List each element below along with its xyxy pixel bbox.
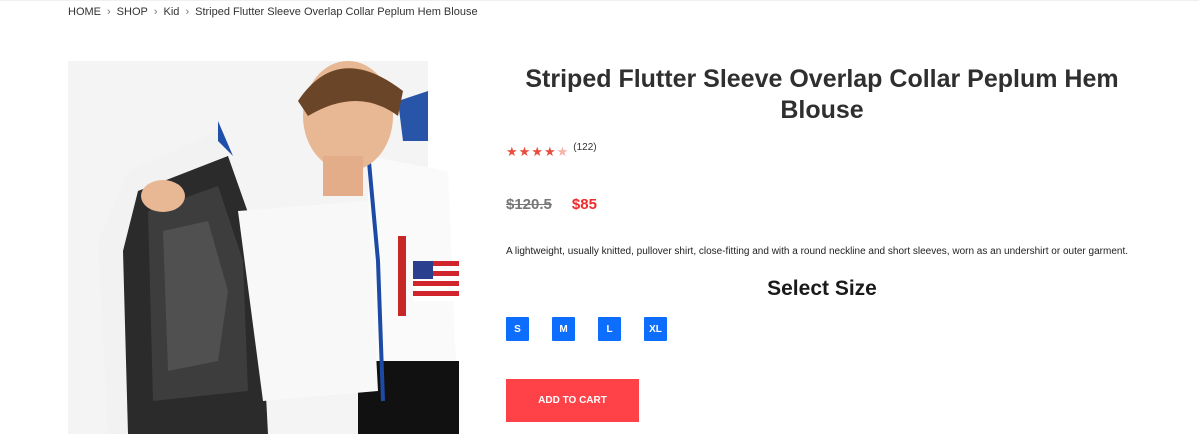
- star-icon: ★: [543, 144, 556, 159]
- product-rating: ★ ★ ★ ★ ★ (122): [506, 142, 597, 160]
- size-options: S M L XL: [506, 317, 690, 341]
- old-price: $120.5: [506, 196, 552, 213]
- size-option-xl[interactable]: XL: [644, 317, 667, 341]
- breadcrumb-home[interactable]: HOME: [68, 6, 101, 18]
- rating-stars: ★ ★ ★ ★ ★: [506, 144, 569, 160]
- product-description: A lightweight, usually knitted, pullover…: [506, 246, 1128, 257]
- breadcrumb: HOME › SHOP › Kid › Striped Flutter Slee…: [68, 6, 478, 18]
- chevron-right-icon: ›: [107, 6, 111, 18]
- star-icon: ★: [531, 144, 543, 159]
- star-icon: ★: [518, 144, 531, 159]
- chevron-right-icon: ›: [185, 6, 190, 18]
- product-title: Striped Flutter Sleeve Overlap Collar Pe…: [525, 65, 1119, 124]
- size-option-s[interactable]: S: [506, 317, 529, 341]
- breadcrumb-shop[interactable]: SHOP: [117, 6, 148, 18]
- price-row: $120.5 $85: [506, 196, 597, 213]
- size-option-l[interactable]: L: [598, 317, 621, 341]
- size-option-m[interactable]: M: [552, 317, 575, 341]
- review-count[interactable]: (122): [573, 142, 596, 153]
- sale-price: $85: [571, 196, 597, 213]
- star-icon: ★: [506, 144, 518, 159]
- header-divider: [0, 0, 1199, 1]
- breadcrumb-current: Striped Flutter Sleeve Overlap Collar Pe…: [195, 6, 478, 18]
- chevron-right-icon: ›: [153, 6, 158, 18]
- star-empty-icon: ★: [556, 144, 569, 159]
- product-image[interactable]: [68, 61, 459, 434]
- breadcrumb-kid[interactable]: Kid: [164, 6, 180, 18]
- product-photo-illustration: [68, 61, 459, 434]
- add-to-cart-button[interactable]: ADD TO CART: [506, 379, 639, 422]
- select-size-heading: Select Size: [767, 277, 877, 300]
